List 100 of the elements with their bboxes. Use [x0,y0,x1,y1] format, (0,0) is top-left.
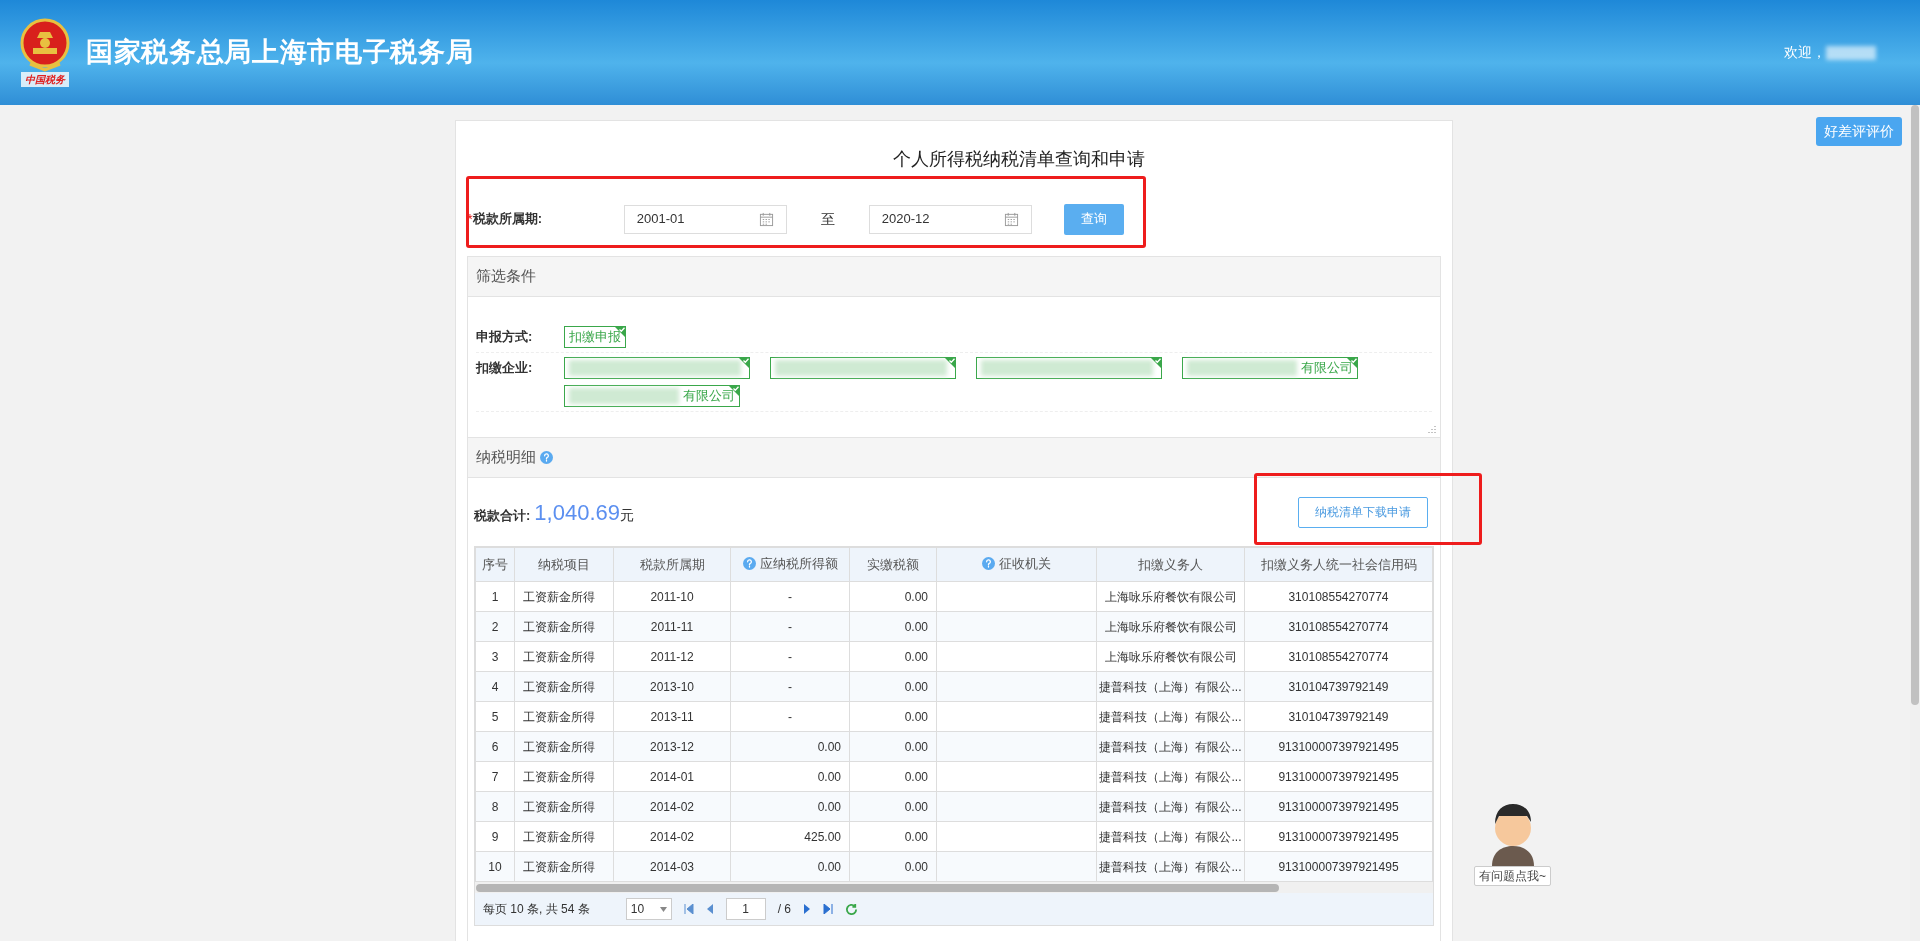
table-cell: 捷普科技（上海）有限公... [1096,791,1245,822]
table-cell: 913100007397921495 [1244,821,1433,852]
filter-tag[interactable]: 有限公司 [1182,357,1358,379]
table-cell: 2014-03 [613,851,731,882]
table-cell: 310108554270774 [1244,641,1433,672]
table-cell: 工资薪金所得 [514,731,614,762]
table-cell: 913100007397921495 [1244,791,1433,822]
table-cell: 捷普科技（上海）有限公... [1096,761,1245,792]
table-cell: 工资薪金所得 [514,701,614,732]
column-header: 税款所属期 [613,547,731,582]
column-header: 纳税项目 [514,547,614,582]
table-cell: 0.00 [849,761,937,792]
table-cell: 0.00 [730,791,850,822]
help-icon [982,556,995,570]
table-cell: 2013-10 [613,671,731,702]
table-cell: 913100007397921495 [1244,731,1433,762]
table-cell: 2013-12 [613,731,731,762]
calendar-icon[interactable] [758,211,774,227]
table-cell: 0.00 [730,851,850,882]
filter-tag[interactable] [564,357,750,379]
table-cell: 3 [475,641,515,672]
page-size-select[interactable]: 10 [625,898,672,920]
calendar-icon[interactable] [1003,211,1019,227]
table-cell: 310104739792149 [1244,701,1433,732]
logo-caption: 中国税务 [21,72,69,87]
table-cell: 5 [475,701,515,732]
first-page-icon[interactable] [683,904,694,914]
table-cell: 2014-02 [613,821,731,852]
filter-tag[interactable] [770,357,956,379]
table-cell: 0.00 [849,791,937,822]
refresh-icon[interactable] [845,902,859,916]
table-cell: 310108554270774 [1244,581,1433,612]
table-cell: 0.00 [849,581,937,612]
table-cell: 0.00 [730,761,850,792]
table-cell: 0.00 [849,821,937,852]
table-cell: 捷普科技（上海）有限公... [1096,701,1245,732]
column-header: 征收机关 [936,547,1097,582]
last-page-icon[interactable] [823,904,834,914]
table-cell: 0.00 [849,701,937,732]
horizontal-scrollbar[interactable] [475,882,1433,893]
help-icon [742,556,756,570]
table-cell: 捷普科技（上海）有限公... [1096,671,1245,702]
total-label: 税款合计: [474,506,531,525]
table-cell: - [730,641,850,672]
table-cell: 310108554270774 [1244,611,1433,642]
table-cell: 2011-11 [613,611,731,642]
table-cell: 0.00 [849,611,937,642]
end-date-field[interactable]: 2020-12 [868,204,1032,234]
download-request-button[interactable]: 纳税清单下载申请 [1298,496,1428,528]
table-cell: - [730,671,850,702]
table-cell: 上海咏乐府餐饮有限公司 [1096,611,1245,642]
previous-page-icon[interactable] [705,904,714,914]
table-cell: 工资薪金所得 [514,641,614,672]
table-cell: 捷普科技（上海）有限公... [1096,821,1245,852]
table-cell: 上海咏乐府餐饮有限公司 [1096,581,1245,612]
column-header: 扣缴义务人 [1096,547,1245,582]
table-cell: 8 [475,791,515,822]
table-cell: 0.00 [849,731,937,762]
filter-tag[interactable]: 有限公司 [564,385,740,407]
column-header: 应纳税所得额 [730,547,850,582]
filter-tag[interactable]: 扣缴申报 [564,326,626,348]
check-corner-icon [738,357,750,369]
filter-tag[interactable] [976,357,1162,379]
site-title: 国家税务总局上海市电子税务局 [86,36,474,70]
page-title: 个人所得税纳税清单查询和申请 [893,148,1145,171]
table-cell: 工资薪金所得 [514,671,614,702]
table-cell: 913100007397921495 [1244,761,1433,792]
table-cell: 0.00 [849,671,937,702]
table-cell: 工资薪金所得 [514,821,614,852]
caret-icon [659,906,667,912]
column-header: 实缴税额 [849,547,937,582]
table-cell: 310104739792149 [1244,671,1433,702]
emblem-icon [20,18,70,72]
total-unit: 元 [620,505,634,525]
table-cell: 0.00 [849,851,937,882]
total-value: 1,040.69 [534,498,620,527]
panel-title: 筛选条件 [476,266,536,287]
table-cell: 4 [475,671,515,702]
table-cell: 7 [475,761,515,792]
table-cell: 工资薪金所得 [514,611,614,642]
table-cell: 2011-10 [613,581,731,612]
filter-label: 申报方式: [476,328,534,346]
table-cell: 工资薪金所得 [514,851,614,882]
help-chat-button[interactable]: 有问题点我~ [1474,866,1551,886]
column-header: 扣缴义务人统一社会信用码 [1244,547,1433,582]
check-corner-icon [1150,357,1162,369]
filter-label: 扣缴企业: [476,359,534,377]
table-cell: 0.00 [849,641,937,672]
table-cell: 2014-01 [613,761,731,792]
next-page-icon[interactable] [803,904,812,914]
query-button[interactable]: 查询 [1063,203,1124,235]
table-cell: 10 [475,851,515,882]
table-cell: 2011-12 [613,641,731,672]
feedback-button[interactable]: 好差评评价 [1816,117,1902,146]
table-cell: - [730,581,850,612]
start-date-field[interactable]: 2001-01 [623,204,787,234]
column-header: 序号 [475,547,515,582]
page-input[interactable]: 1 [725,898,766,920]
table-cell: 913100007397921495 [1244,851,1433,882]
table-cell: 9 [475,821,515,852]
